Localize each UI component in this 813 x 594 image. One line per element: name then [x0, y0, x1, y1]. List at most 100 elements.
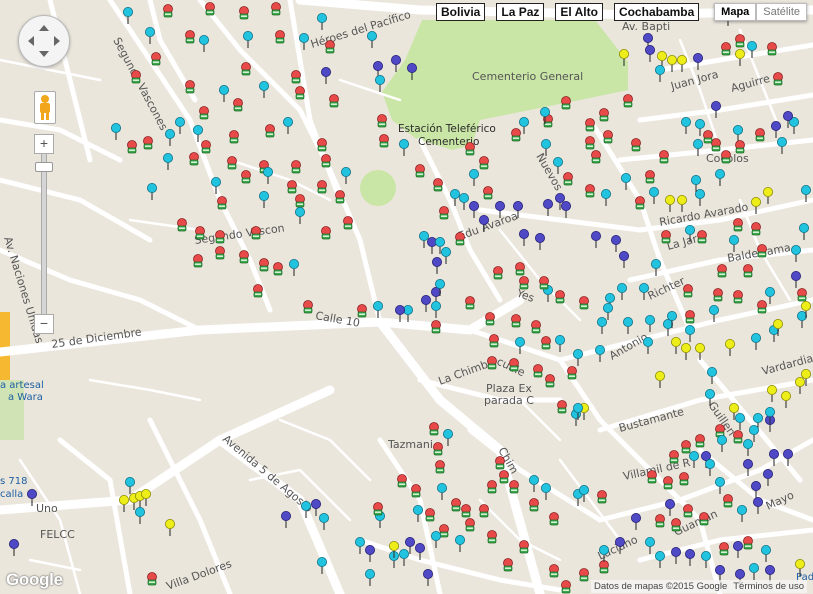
red-cluster-marker[interactable] — [663, 476, 673, 490]
red-cluster-marker[interactable] — [273, 262, 283, 276]
yellow-pin-marker[interactable] — [681, 342, 691, 360]
cyan-pin-marker[interactable] — [765, 286, 775, 304]
blue-pin-marker[interactable] — [611, 234, 621, 252]
red-cluster-marker[interactable] — [329, 94, 339, 108]
red-cluster-marker[interactable] — [461, 504, 471, 518]
yellow-pin-marker[interactable] — [763, 186, 773, 204]
yellow-pin-marker[interactable] — [677, 54, 687, 72]
cyan-pin-marker[interactable] — [643, 336, 653, 354]
blue-pin-marker[interactable] — [421, 294, 431, 312]
blue-pin-marker[interactable] — [685, 548, 695, 566]
red-cluster-marker[interactable] — [229, 130, 239, 144]
city-button-la-paz[interactable]: La Paz — [496, 3, 545, 21]
red-cluster-marker[interactable] — [735, 140, 745, 154]
cyan-pin-marker[interactable] — [529, 474, 539, 492]
red-cluster-marker[interactable] — [493, 266, 503, 280]
red-cluster-marker[interactable] — [659, 150, 669, 164]
red-cluster-marker[interactable] — [303, 300, 313, 314]
red-cluster-marker[interactable] — [509, 358, 519, 372]
cyan-pin-marker[interactable] — [367, 30, 377, 48]
red-cluster-marker[interactable] — [357, 304, 367, 318]
yellow-pin-marker[interactable] — [141, 488, 151, 506]
red-cluster-marker[interactable] — [549, 512, 559, 526]
red-cluster-marker[interactable] — [719, 542, 729, 556]
red-cluster-marker[interactable] — [515, 262, 525, 276]
yellow-pin-marker[interactable] — [119, 494, 129, 512]
cyan-pin-marker[interactable] — [715, 168, 725, 186]
cyan-pin-marker[interactable] — [243, 30, 253, 48]
red-cluster-marker[interactable] — [151, 52, 161, 66]
cyan-pin-marker[interactable] — [655, 550, 665, 568]
cyan-pin-marker[interactable] — [601, 188, 611, 206]
cyan-pin-marker[interactable] — [791, 244, 801, 262]
red-cluster-marker[interactable] — [519, 276, 529, 290]
red-cluster-marker[interactable] — [431, 320, 441, 334]
cyan-pin-marker[interactable] — [199, 34, 209, 52]
red-cluster-marker[interactable] — [599, 108, 609, 122]
red-cluster-marker[interactable] — [697, 230, 707, 244]
zoom-slider-track[interactable] — [35, 154, 53, 314]
red-cluster-marker[interactable] — [757, 300, 767, 314]
red-cluster-marker[interactable] — [465, 296, 475, 310]
red-cluster-marker[interactable] — [271, 2, 281, 16]
red-cluster-marker[interactable] — [733, 290, 743, 304]
blue-pin-marker[interactable] — [469, 200, 479, 218]
red-cluster-marker[interactable] — [579, 568, 589, 582]
red-cluster-marker[interactable] — [797, 288, 807, 302]
red-cluster-marker[interactable] — [195, 226, 205, 240]
red-cluster-marker[interactable] — [773, 72, 783, 86]
cyan-pin-marker[interactable] — [373, 300, 383, 318]
blue-pin-marker[interactable] — [631, 512, 641, 530]
red-cluster-marker[interactable] — [683, 504, 693, 518]
red-cluster-marker[interactable] — [735, 34, 745, 48]
cyan-pin-marker[interactable] — [355, 536, 365, 554]
red-cluster-marker[interactable] — [541, 336, 551, 350]
red-cluster-marker[interactable] — [647, 470, 657, 484]
red-cluster-marker[interactable] — [291, 160, 301, 174]
red-cluster-marker[interactable] — [163, 4, 173, 18]
blue-pin-marker[interactable] — [519, 228, 529, 246]
red-cluster-marker[interactable] — [671, 518, 681, 532]
red-cluster-marker[interactable] — [757, 244, 767, 258]
red-cluster-marker[interactable] — [703, 130, 713, 144]
cyan-pin-marker[interactable] — [749, 562, 759, 580]
cyan-pin-marker[interactable] — [573, 348, 583, 366]
red-cluster-marker[interactable] — [433, 442, 443, 456]
blue-pin-marker[interactable] — [535, 232, 545, 250]
red-cluster-marker[interactable] — [495, 456, 505, 470]
red-cluster-marker[interactable] — [579, 296, 589, 310]
red-cluster-marker[interactable] — [479, 156, 489, 170]
blue-pin-marker[interactable] — [711, 100, 721, 118]
red-cluster-marker[interactable] — [655, 514, 665, 528]
cyan-pin-marker[interactable] — [541, 482, 551, 500]
cyan-pin-marker[interactable] — [317, 556, 327, 574]
cyan-pin-marker[interactable] — [165, 128, 175, 146]
cyan-pin-marker[interactable] — [219, 84, 229, 102]
red-cluster-marker[interactable] — [429, 422, 439, 436]
zoom-slider-thumb[interactable] — [35, 161, 53, 172]
cyan-pin-marker[interactable] — [761, 544, 771, 562]
red-cluster-marker[interactable] — [487, 480, 497, 494]
blue-pin-marker[interactable] — [311, 498, 321, 516]
red-cluster-marker[interactable] — [435, 460, 445, 474]
cyan-pin-marker[interactable] — [295, 206, 305, 224]
red-cluster-marker[interactable] — [483, 186, 493, 200]
cyan-pin-marker[interactable] — [655, 64, 665, 82]
cyan-pin-marker[interactable] — [163, 152, 173, 170]
blue-pin-marker[interactable] — [733, 540, 743, 558]
cyan-pin-marker[interactable] — [717, 434, 727, 452]
red-cluster-marker[interactable] — [415, 164, 425, 178]
pan-control[interactable] — [18, 15, 70, 67]
cyan-pin-marker[interactable] — [289, 258, 299, 276]
blue-pin-marker[interactable] — [423, 568, 433, 586]
cyan-pin-marker[interactable] — [515, 336, 525, 354]
red-cluster-marker[interactable] — [511, 128, 521, 142]
yellow-pin-marker[interactable] — [165, 518, 175, 536]
red-cluster-marker[interactable] — [635, 196, 645, 210]
cyan-pin-marker[interactable] — [737, 504, 747, 522]
cyan-pin-marker[interactable] — [443, 428, 453, 446]
red-cluster-marker[interactable] — [291, 70, 301, 84]
red-cluster-marker[interactable] — [713, 288, 723, 302]
red-cluster-marker[interactable] — [539, 276, 549, 290]
red-cluster-marker[interactable] — [549, 564, 559, 578]
